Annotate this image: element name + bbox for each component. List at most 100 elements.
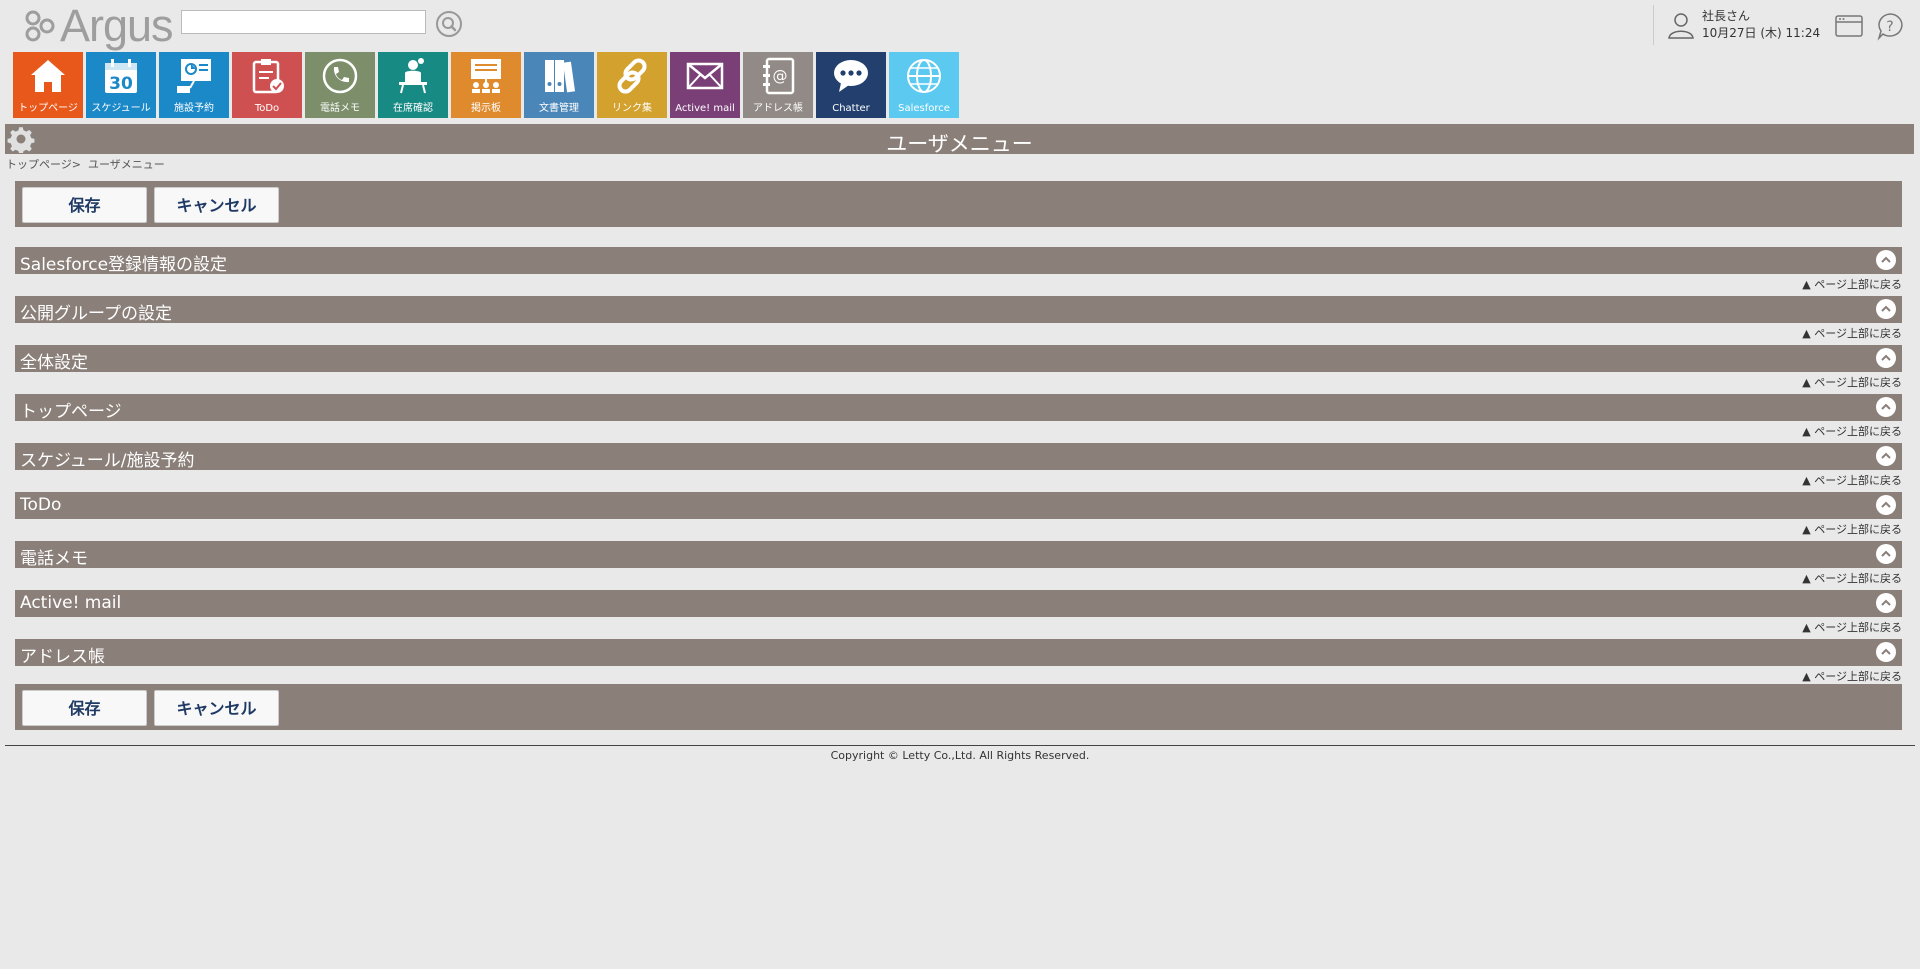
back-to-top-link[interactable]: ▲ ページ上部に戻る	[1802, 668, 1902, 684]
home-icon	[31, 60, 65, 92]
link-icon	[617, 58, 647, 94]
breadcrumb-current: ユーザメニュー	[88, 158, 165, 171]
board-icon	[471, 59, 501, 93]
app-schedule[interactable]: 30 スケジュール	[86, 52, 156, 118]
section-salesforce-settings[interactable]: Salesforce登録情報の設定	[15, 247, 1902, 275]
app-salesforce[interactable]: Salesforce	[889, 52, 959, 118]
calendar-day: 30	[109, 74, 133, 94]
app-phone-memo[interactable]: 電話メモ	[305, 52, 375, 118]
collapse-icon[interactable]	[1876, 544, 1896, 564]
collapse-icon[interactable]	[1876, 642, 1896, 662]
page-title-bar: ユーザメニュー	[5, 124, 1914, 156]
app-document-management[interactable]: 文書管理	[524, 52, 594, 118]
app-active-mail[interactable]: Active! mail	[670, 52, 740, 118]
app-facility-booking[interactable]: 施設予約	[159, 52, 229, 118]
app-label: ToDo	[254, 103, 280, 114]
section-address-book[interactable]: アドレス帳	[15, 639, 1902, 667]
user-info[interactable]: 社長さん 10月27日 (木) 11:24	[1653, 5, 1831, 45]
user-name: 社長さん	[1702, 9, 1751, 23]
section-top-page[interactable]: トップページ	[15, 394, 1902, 422]
section-general-settings[interactable]: 全体設定	[15, 345, 1902, 373]
search-icon[interactable]	[435, 10, 463, 38]
breadcrumb: トップページ> ユーザメニュー	[6, 156, 165, 172]
save-button[interactable]: 保存	[22, 690, 147, 726]
section-title: Active! mail	[20, 593, 122, 613]
app-label: Chatter	[832, 103, 870, 114]
app-label: トップページ	[18, 103, 78, 114]
breadcrumb-separator: >	[71, 158, 81, 171]
collapse-icon[interactable]	[1876, 495, 1896, 515]
section-active-mail[interactable]: Active! mail	[15, 590, 1902, 617]
app-label: Active! mail	[675, 103, 735, 114]
facility-icon	[177, 59, 211, 93]
section-title: 全体設定	[20, 353, 88, 373]
collapse-icon[interactable]	[1876, 250, 1896, 270]
section-todo[interactable]: ToDo	[15, 492, 1902, 519]
search-input[interactable]	[181, 10, 426, 34]
back-to-top-link[interactable]: ▲ ページ上部に戻る	[1802, 521, 1902, 537]
header: Argus 社長さん 10月27日 (木) 11:24 ?	[0, 0, 1920, 50]
back-to-top-link[interactable]: ▲ ページ上部に戻る	[1802, 374, 1902, 390]
section-title: スケジュール/施設予約	[20, 451, 195, 471]
section-schedule-facility[interactable]: スケジュール/施設予約	[15, 443, 1902, 471]
window-icon[interactable]	[1834, 13, 1864, 39]
app-label: 文書管理	[539, 103, 579, 114]
logo-text: Argus	[60, 0, 174, 51]
app-presence[interactable]: 在席確認	[378, 52, 448, 118]
cancel-button[interactable]: キャンセル	[154, 690, 279, 726]
save-button[interactable]: 保存	[22, 187, 147, 223]
back-to-top-link[interactable]: ▲ ページ上部に戻る	[1802, 423, 1902, 439]
app-label: 電話メモ	[320, 103, 360, 114]
back-to-top-link[interactable]: ▲ ページ上部に戻る	[1802, 472, 1902, 488]
back-to-top-link[interactable]: ▲ ページ上部に戻る	[1802, 325, 1902, 341]
app-address-book[interactable]: @ アドレス帳	[743, 52, 813, 118]
collapse-icon[interactable]	[1876, 299, 1896, 319]
copyright: Copyright © Letty Co.,Ltd. All Rights Re…	[830, 749, 1090, 762]
top-button-bar: 保存 キャンセル	[15, 181, 1902, 227]
cancel-button[interactable]: キャンセル	[154, 187, 279, 223]
section-title: アドレス帳	[20, 647, 105, 667]
section-phone-memo[interactable]: 電話メモ	[15, 541, 1902, 569]
globe-icon	[907, 59, 941, 93]
calendar-icon: 30	[105, 59, 137, 94]
logo-mark-icon	[25, 10, 55, 42]
page-title: ユーザメニュー	[886, 132, 1033, 156]
svg-text:?: ?	[1886, 19, 1893, 35]
app-link-collection[interactable]: リンク集	[597, 52, 667, 118]
app-launcher: トップページ 30 スケジュール 施設予約 ToDo 電話メモ 在席確認 掲示板…	[13, 52, 959, 118]
app-label: リンク集	[612, 103, 652, 114]
todo-icon	[252, 59, 284, 94]
collapse-icon[interactable]	[1876, 593, 1896, 613]
collapse-icon[interactable]	[1876, 446, 1896, 466]
app-todo[interactable]: ToDo	[232, 52, 302, 118]
phone-icon	[322, 58, 358, 94]
back-to-top-link[interactable]: ▲ ページ上部に戻る	[1802, 276, 1902, 292]
app-label: Salesforce	[898, 103, 950, 114]
section-title: Salesforce登録情報の設定	[20, 255, 228, 275]
back-to-top-link[interactable]: ▲ ページ上部に戻る	[1802, 570, 1902, 586]
app-top-page[interactable]: トップページ	[13, 52, 83, 118]
section-public-group[interactable]: 公開グループの設定	[15, 296, 1902, 324]
app-label: 施設予約	[174, 103, 214, 114]
section-title: ToDo	[20, 495, 62, 515]
app-label: スケジュール	[91, 103, 151, 114]
presence-icon	[399, 58, 427, 94]
logo[interactable]: Argus	[24, 0, 174, 51]
collapse-icon[interactable]	[1876, 397, 1896, 417]
chat-icon	[834, 60, 868, 92]
section-title: 電話メモ	[20, 549, 88, 569]
current-datetime: 10月27日 (木) 11:24	[1702, 26, 1821, 40]
app-label: 掲示板	[471, 103, 501, 114]
mail-icon	[686, 62, 724, 90]
app-bulletin-board[interactable]: 掲示板	[451, 52, 521, 118]
breadcrumb-home[interactable]: トップページ	[6, 158, 72, 171]
app-chatter[interactable]: Chatter	[816, 52, 886, 118]
footer-divider	[5, 745, 1915, 746]
svg-text:@: @	[773, 67, 788, 85]
back-to-top-link[interactable]: ▲ ページ上部に戻る	[1802, 619, 1902, 635]
addressbook-icon: @	[763, 57, 795, 95]
help-icon[interactable]: ?	[1875, 11, 1905, 41]
document-icon	[545, 60, 576, 93]
user-icon	[1668, 13, 1694, 39]
collapse-icon[interactable]	[1876, 348, 1896, 368]
